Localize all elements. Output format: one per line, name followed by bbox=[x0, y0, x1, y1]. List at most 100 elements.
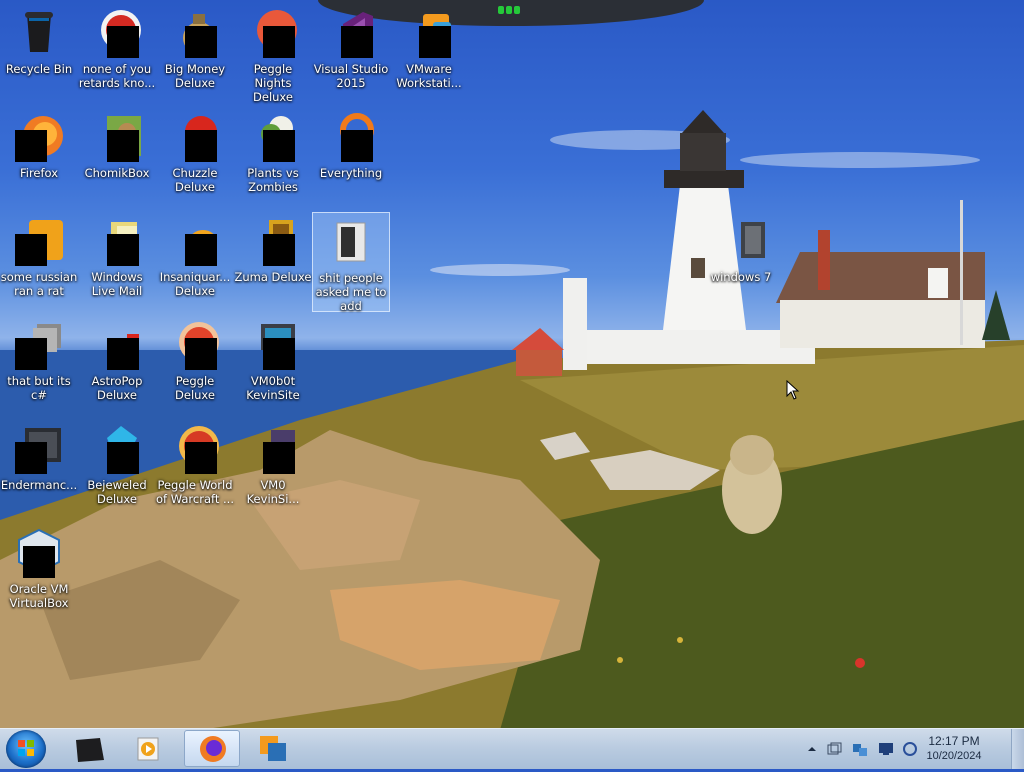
desktop-icon-chomikbox[interactable]: ChomikBox bbox=[78, 108, 156, 208]
status-dot bbox=[498, 6, 504, 14]
desktop-icon-plants-vs-zombies[interactable]: Plants vs Zombies bbox=[234, 108, 312, 208]
desktop-icon-label: Everything bbox=[319, 166, 383, 180]
desktop-icon-label: AstroPop Deluxe bbox=[91, 374, 143, 402]
show-desktop-button[interactable] bbox=[1011, 729, 1024, 769]
desktop-icon-label: Peggle Deluxe bbox=[175, 374, 215, 402]
desktop-icon-bejeweled-deluxe[interactable]: Bejeweled Deluxe bbox=[78, 420, 156, 520]
redacted-mask bbox=[341, 26, 373, 58]
windows-logo-icon bbox=[18, 740, 34, 756]
desktop-icon-label: Peggle Nights Deluxe bbox=[253, 62, 293, 104]
desktop-icon-endermanch[interactable]: Endermanc... bbox=[0, 420, 78, 520]
redacted-mask bbox=[263, 442, 295, 474]
desktop-icon-peggle-world-of-warcraft[interactable]: Peggle World of Warcraft ... bbox=[156, 420, 234, 520]
peggle-icon bbox=[171, 320, 219, 370]
redacted-mask bbox=[185, 26, 217, 58]
taskbar-app-media-player[interactable] bbox=[122, 730, 178, 767]
redacted-mask bbox=[419, 26, 451, 58]
redacted-mask bbox=[23, 546, 55, 578]
desktop-icon-zuma-deluxe[interactable]: Zuma Deluxe bbox=[234, 212, 312, 312]
astropop-icon bbox=[93, 320, 141, 370]
desktop-icon-big-money-deluxe[interactable]: Big Money Deluxe bbox=[156, 4, 234, 104]
firefox-icon bbox=[200, 736, 226, 762]
redacted-mask bbox=[263, 234, 295, 266]
russian-rat-icon bbox=[15, 216, 63, 266]
taskbar: 12:17 PM 10/20/2024 bbox=[0, 728, 1024, 769]
taskbar-app-virtualbox[interactable] bbox=[246, 730, 302, 767]
desktop-icon-label: Oracle VM VirtualBox bbox=[9, 582, 69, 610]
window-copy-icon[interactable] bbox=[826, 741, 842, 757]
plants-vs-zombies-icon bbox=[249, 112, 297, 162]
desktop-icon-label: VM0b0t KevinSite bbox=[246, 374, 300, 402]
peggle-wow-icon bbox=[171, 424, 219, 474]
redacted-mask bbox=[107, 26, 139, 58]
desktop-icon-vmware-workstation[interactable]: VMware Workstati... bbox=[390, 4, 468, 104]
desktop-icon-windows-7[interactable]: windows 7 bbox=[702, 212, 780, 312]
money-bag-icon bbox=[171, 8, 219, 58]
firefox-icon bbox=[15, 112, 63, 162]
desktop-icon-firefox[interactable]: Firefox bbox=[0, 108, 78, 208]
redacted-mask bbox=[263, 338, 295, 370]
media-player-icon bbox=[137, 737, 159, 761]
desktop-icon-peggle-nights[interactable]: Peggle Nights Deluxe bbox=[234, 4, 312, 104]
desktop-icon-label: some russian ran a rat bbox=[0, 270, 78, 298]
show-hidden-icons-icon[interactable] bbox=[804, 741, 820, 757]
desktop-icon-label: Big Money Deluxe bbox=[164, 62, 226, 90]
redacted-mask bbox=[185, 338, 217, 370]
zuma-icon bbox=[249, 216, 297, 266]
desktop-icon-folder-selected[interactable]: shit people asked me to add bbox=[312, 212, 390, 313]
desktop-icon-label: Recycle Bin bbox=[5, 62, 73, 76]
desktop-icon-label: Plants vs Zombies bbox=[247, 166, 299, 194]
vmware-icon bbox=[405, 8, 453, 58]
virtualbox-icon bbox=[15, 528, 63, 578]
desktop-icon-label: windows 7 bbox=[710, 270, 772, 284]
desktop-icon-label: Bejeweled Deluxe bbox=[87, 478, 147, 506]
taskbar-app-firefox[interactable] bbox=[184, 730, 240, 767]
mouse-pointer-icon bbox=[786, 380, 800, 400]
stacked-windows-icon bbox=[15, 320, 63, 370]
desktop-icon-vm0-kevinsite[interactable]: VM0 KevinSi... bbox=[234, 420, 312, 520]
desktop-icon-label: Peggle World of Warcraft ... bbox=[156, 478, 234, 506]
desktop-icon-label: VM0 KevinSi... bbox=[246, 478, 300, 506]
dark-folder-icon bbox=[76, 738, 104, 762]
desktop-icon-windows-live-mail[interactable]: Windows Live Mail bbox=[78, 212, 156, 312]
redacted-mask bbox=[185, 130, 217, 162]
taskbar-app-explorer[interactable] bbox=[62, 730, 118, 767]
everything-search-icon bbox=[327, 112, 375, 162]
status-dot bbox=[506, 6, 512, 14]
desktop-icon-chuzzle-deluxe[interactable]: Chuzzle Deluxe bbox=[156, 108, 234, 208]
redacted-mask bbox=[107, 338, 139, 370]
chuzzle-icon bbox=[171, 112, 219, 162]
vm-monitor-icon bbox=[249, 424, 297, 474]
redacted-mask bbox=[15, 130, 47, 162]
desktop-icon-vm0b0t-kevinsite[interactable]: VM0b0t KevinSite bbox=[234, 316, 312, 416]
desktop-icon-insaniquarium[interactable]: Insaniquar... Deluxe bbox=[156, 212, 234, 312]
visual-studio-icon bbox=[327, 8, 375, 58]
desktop-icon-some-russian[interactable]: some russian ran a rat bbox=[0, 212, 78, 312]
desktop-icon-everything[interactable]: Everything bbox=[312, 108, 390, 208]
desktop-icon-visual-studio-2015[interactable]: Visual Studio 2015 bbox=[312, 4, 390, 104]
desktop-icon-label: Chuzzle Deluxe bbox=[172, 166, 218, 194]
desktop-icon-peggle-deluxe[interactable]: Peggle Deluxe bbox=[156, 316, 234, 416]
chomikbox-icon bbox=[93, 112, 141, 162]
desktop-icon-none-of-you[interactable]: none of you retards kno... bbox=[78, 4, 156, 104]
monitor-icon[interactable] bbox=[878, 741, 894, 757]
redacted-mask bbox=[107, 130, 139, 162]
vm-monitor-icon bbox=[249, 320, 297, 370]
desktop-icon-oracle-vm-virtualbox[interactable]: Oracle VM VirtualBox bbox=[0, 524, 78, 624]
desktop-icon-label: Visual Studio 2015 bbox=[313, 62, 389, 90]
peggle-nights-icon bbox=[249, 8, 297, 58]
start-button[interactable] bbox=[6, 730, 46, 768]
network-icon[interactable] bbox=[852, 741, 868, 757]
redacted-mask bbox=[107, 234, 139, 266]
redacted-mask bbox=[15, 338, 47, 370]
redacted-mask bbox=[341, 130, 373, 162]
desktop-icon-astropop-deluxe[interactable]: AstroPop Deluxe bbox=[78, 316, 156, 416]
desktop-icon-recycle-bin[interactable]: Recycle Bin bbox=[0, 4, 78, 104]
desktop-icon-that-but-its-csharp[interactable]: that but its c# bbox=[0, 316, 78, 416]
redacted-mask bbox=[263, 26, 295, 58]
desktop-icon-label: Firefox bbox=[19, 166, 59, 180]
redacted-mask bbox=[185, 234, 217, 266]
clock-date[interactable]: 10/20/2024 bbox=[914, 750, 994, 762]
mail-icon bbox=[93, 216, 141, 266]
clock-time[interactable]: 12:17 PM bbox=[914, 734, 994, 748]
